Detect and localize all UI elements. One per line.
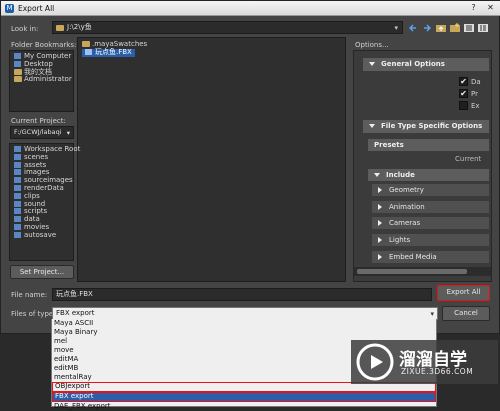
look-in-path: J:\2\y鱼 (67, 23, 92, 31)
collapsed-arrow-icon (378, 220, 382, 226)
folder-icon (14, 223, 21, 230)
file-type-option-selected[interactable]: FBX export (52, 392, 436, 402)
list-view-icon[interactable] (464, 23, 474, 33)
folder-icon (14, 184, 21, 191)
file-list[interactable]: .mayaSwatches 玩点鱼.FBX (77, 37, 346, 282)
title-bar: M Export All ? ✕ (1, 1, 500, 16)
window-title: Export All (18, 4, 55, 13)
general-options-header[interactable]: General Options (363, 58, 489, 71)
cameras-section[interactable]: Cameras (372, 217, 489, 229)
scrollbar-thumb[interactable] (357, 269, 467, 274)
chevron-down-icon: ▾ (66, 129, 70, 137)
bookmark-item[interactable]: Administrator (14, 75, 73, 84)
folder-icon (14, 169, 21, 176)
checkbox-label: Da (471, 78, 481, 86)
expand-arrow-icon (374, 173, 380, 177)
current-project-label: Current Project: (11, 117, 66, 125)
file-type-option[interactable]: Maya Binary (52, 328, 436, 337)
folder-icon (14, 153, 21, 160)
forward-icon[interactable] (422, 23, 432, 33)
watermark: 溜溜自学 ZIXUE.3D66.COM (351, 340, 498, 384)
checkbox-checked[interactable]: ✔ (459, 89, 468, 98)
expand-arrow-icon (369, 124, 375, 128)
file-type-options-header[interactable]: File Type Specific Options (363, 120, 489, 133)
computer-icon (14, 53, 21, 59)
checkbox-label: Ex (471, 102, 480, 110)
close-icon[interactable]: ✕ (484, 2, 497, 14)
expand-arrow-icon (369, 62, 375, 66)
project-folder-item[interactable]: renderData (14, 184, 73, 193)
options-label: Options... (355, 41, 389, 49)
include-header[interactable]: Include (368, 169, 489, 181)
look-in-label: Look in: (11, 25, 39, 33)
file-name-label: File name: (11, 291, 48, 299)
folder-icon (14, 161, 21, 168)
set-project-button[interactable]: Set Project... (10, 265, 74, 279)
folder-icon (14, 68, 22, 75)
presets-header[interactable]: Presets (368, 139, 489, 151)
options-panel: General Options ✔ Da ✔ Pr Ex File Type S… (353, 50, 492, 282)
parent-folder-icon[interactable] (436, 23, 446, 33)
current-project-combo[interactable]: F:/GCWJ/labaqi ▾ (10, 126, 74, 139)
cancel-button[interactable]: Cancel (442, 306, 490, 321)
chevron-down-icon: ▾ (394, 24, 398, 32)
folder-icon (14, 192, 21, 199)
collapsed-arrow-icon (378, 187, 382, 193)
animation-section[interactable]: Animation (372, 201, 489, 213)
new-folder-icon[interactable] (450, 23, 460, 33)
export-dialog: M Export All ? ✕ Look in: J:\2\y鱼 ▾ Fold… (0, 0, 500, 334)
project-folder-item[interactable]: autosave (14, 231, 73, 240)
collapsed-arrow-icon (378, 254, 382, 260)
project-folder-item[interactable]: scripts (14, 207, 73, 216)
file-item[interactable]: 玩点鱼.FBX (82, 48, 345, 57)
checkbox-label: Pr (471, 90, 478, 98)
play-logo-icon (356, 343, 394, 381)
folder-icon (14, 208, 21, 215)
folder-icon (14, 146, 21, 152)
file-name-field[interactable]: 玩点鱼.FBX (52, 288, 432, 301)
lights-section[interactable]: Lights (372, 234, 489, 246)
folder-icon (14, 231, 21, 238)
help-icon[interactable]: ? (467, 2, 480, 14)
folder-icon (14, 200, 21, 207)
checkbox-checked[interactable]: ✔ (459, 77, 468, 86)
export-all-button[interactable]: Export All (437, 285, 490, 301)
collapsed-arrow-icon (378, 237, 382, 243)
files-of-type-label: Files of type: (11, 310, 56, 318)
collapsed-arrow-icon (378, 204, 382, 210)
folder-icon (14, 216, 21, 223)
project-folder-list: Workspace Root scenes assets images sour… (9, 143, 80, 261)
geometry-section[interactable]: Geometry (372, 184, 489, 196)
bookmarks-label: Folder Bookmarks: (11, 41, 77, 49)
folder-icon (14, 177, 21, 184)
detail-view-icon[interactable] (478, 23, 488, 33)
back-icon[interactable] (408, 23, 418, 33)
current-preset-label: Current (455, 155, 482, 163)
maya-app-icon: M (5, 4, 14, 13)
folder-icon (56, 25, 64, 31)
desktop-icon (14, 60, 21, 67)
embed-media-section[interactable]: Embed Media (372, 251, 489, 263)
bookmarks-list: My Computer Desktop 我的文档 Administrator (9, 50, 74, 112)
file-type-option[interactable]: Maya ASCII (52, 319, 436, 328)
horizontal-scrollbar[interactable] (354, 267, 491, 276)
folder-icon (14, 76, 22, 83)
look-in-combo[interactable]: J:\2\y鱼 ▾ (52, 21, 403, 34)
checkbox-unchecked[interactable] (459, 101, 468, 110)
fbx-file-icon (85, 48, 92, 55)
folder-icon (82, 41, 90, 47)
watermark-subtitle: ZIXUE.3D66.COM (401, 367, 474, 376)
